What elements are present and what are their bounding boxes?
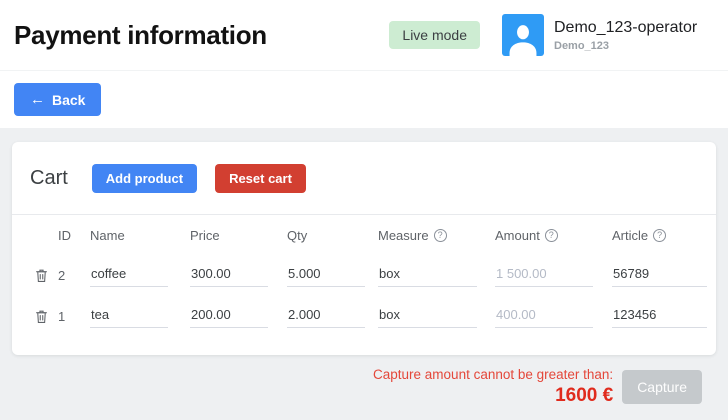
amount-field: [495, 264, 593, 287]
amount-field: [495, 305, 593, 328]
help-icon[interactable]: ?: [653, 229, 666, 242]
trash-icon: [34, 272, 49, 287]
column-id: ID: [58, 228, 90, 243]
capture-button[interactable]: Capture: [622, 370, 702, 404]
name-field[interactable]: [90, 305, 168, 328]
qty-field[interactable]: [287, 264, 365, 287]
user-block[interactable]: Demo_123-operator Demo_123: [554, 19, 714, 52]
cart-table-header: ID Name Price Qty Measure ? Amount ? Art…: [12, 215, 716, 255]
cart-card: Cart Add product Reset cart ID Name Pric…: [12, 142, 716, 355]
table-row: 1: [12, 296, 716, 337]
help-icon[interactable]: ?: [545, 229, 558, 242]
column-name: Name: [90, 228, 190, 243]
capture-footer: Capture amount cannot be greater than: 1…: [12, 355, 716, 407]
name-field[interactable]: [90, 264, 168, 287]
article-field[interactable]: [612, 305, 707, 328]
column-price: Price: [190, 228, 287, 243]
row-id: 1: [58, 309, 90, 324]
back-button-label: Back: [52, 92, 85, 108]
user-account: Demo_123: [554, 40, 714, 52]
capture-warning: Capture amount cannot be greater than: 1…: [373, 367, 613, 407]
add-product-button[interactable]: Add product: [92, 164, 197, 193]
price-field[interactable]: [190, 305, 268, 328]
back-button[interactable]: ← Back: [14, 83, 101, 116]
column-article: Article ?: [612, 228, 702, 243]
help-icon[interactable]: ?: [434, 229, 447, 242]
delete-row-button[interactable]: [25, 308, 58, 325]
app-header: Payment information Live mode Demo_123-o…: [0, 0, 728, 70]
qty-field[interactable]: [287, 305, 365, 328]
column-amount-label: Amount: [495, 228, 540, 243]
cart-title: Cart: [30, 167, 68, 190]
capture-warning-amount: 1600 €: [373, 385, 613, 407]
article-field[interactable]: [612, 264, 707, 287]
price-field[interactable]: [190, 264, 268, 287]
delete-row-button[interactable]: [25, 267, 58, 284]
page-title: Payment information: [14, 20, 389, 51]
back-arrow-icon: ←: [30, 91, 45, 108]
cart-header: Cart Add product Reset cart: [12, 142, 716, 214]
trash-icon: [34, 313, 49, 328]
column-qty: Qty: [287, 228, 378, 243]
user-avatar[interactable]: [502, 14, 544, 56]
column-measure: Measure ?: [378, 228, 495, 243]
row-id: 2: [58, 268, 90, 283]
content-area: Cart Add product Reset cart ID Name Pric…: [0, 128, 728, 407]
column-article-label: Article: [612, 228, 648, 243]
measure-field[interactable]: [378, 305, 477, 328]
reset-cart-button[interactable]: Reset cart: [215, 164, 306, 193]
back-bar: ← Back: [0, 70, 728, 128]
capture-warning-text: Capture amount cannot be greater than:: [373, 367, 613, 382]
column-measure-label: Measure: [378, 228, 429, 243]
column-amount: Amount ?: [495, 228, 612, 243]
table-row: 2: [12, 255, 716, 296]
live-mode-badge: Live mode: [389, 21, 480, 49]
user-name: Demo_123-operator: [554, 19, 714, 37]
person-icon: [506, 22, 540, 56]
measure-field[interactable]: [378, 264, 477, 287]
